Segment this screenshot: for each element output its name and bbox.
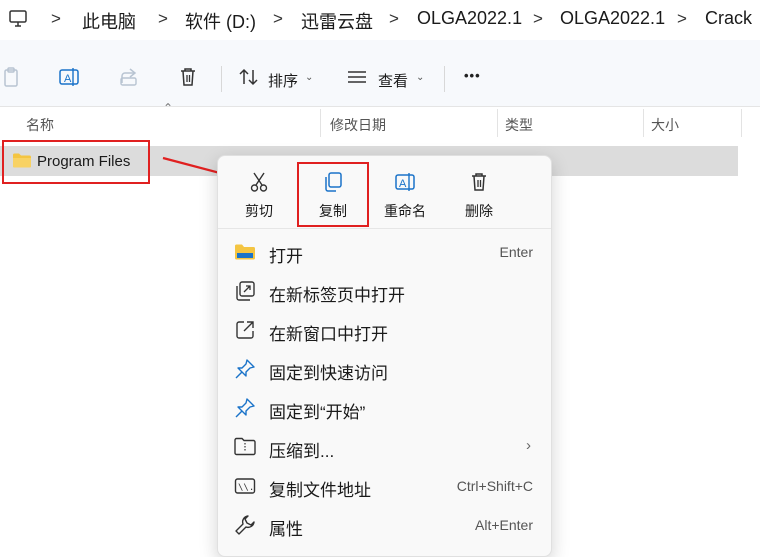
menu-item-copy-path[interactable]: \\... 复制文件地址 Ctrl+Shift+C (218, 468, 551, 504)
menu-item-open-new-tab[interactable]: 在新标签页中打开 (218, 273, 551, 309)
new-window-icon (234, 319, 256, 341)
path-icon: \\... (234, 475, 256, 497)
menu-item-shortcut: Alt+Enter (475, 517, 533, 533)
chevron-right-icon: › (526, 437, 531, 454)
pin-icon (234, 397, 256, 419)
svg-text:A: A (399, 178, 407, 190)
menu-item-compress[interactable]: 压缩到... › (218, 429, 551, 465)
menu-item-label: 固定到快速访问 (269, 364, 388, 383)
new-tab-icon (234, 280, 256, 302)
rename-label: 重命名 (384, 203, 426, 219)
menu-item-pin-start[interactable]: 固定到“开始” (218, 390, 551, 426)
menu-item-pin-quick-access[interactable]: 固定到快速访问 (218, 351, 551, 387)
zip-icon (234, 436, 256, 458)
svg-text:\\...: \\... (238, 483, 256, 493)
menu-item-label: 属性 (269, 520, 303, 539)
menu-item-label: 压缩到... (269, 442, 335, 461)
folder-icon (234, 241, 256, 263)
menu-item-label: 在新标签页中打开 (269, 286, 405, 305)
scissors-icon (247, 170, 271, 194)
menu-item-open-new-window[interactable]: 在新窗口中打开 (218, 312, 551, 348)
pin-icon (234, 358, 256, 380)
menu-item-label: 在新窗口中打开 (269, 325, 388, 344)
cut-label: 剪切 (245, 203, 273, 219)
context-menu: 剪切 复制 A 重命名 删除 打开 Enter 在新标签页中打开 在新窗口中打开… (217, 155, 552, 557)
menu-divider (218, 228, 551, 229)
delete-button[interactable]: 删除 (446, 156, 512, 226)
cut-button[interactable]: 剪切 (226, 156, 292, 226)
menu-item-properties[interactable]: 属性 Alt+Enter (218, 507, 551, 543)
rename-icon: A (393, 170, 417, 194)
menu-item-shortcut: Enter (499, 244, 533, 260)
menu-item-open[interactable]: 打开 Enter (218, 234, 551, 270)
wrench-icon (234, 514, 256, 536)
highlight-box (297, 162, 369, 227)
delete-label: 删除 (465, 203, 493, 219)
menu-item-shortcut: Ctrl+Shift+C (456, 478, 533, 494)
trash-icon (467, 170, 491, 194)
rename-button[interactable]: A 重命名 (372, 156, 438, 226)
menu-item-label: 固定到“开始” (269, 403, 366, 422)
menu-item-label: 打开 (269, 247, 303, 266)
menu-item-label: 复制文件地址 (269, 481, 371, 500)
